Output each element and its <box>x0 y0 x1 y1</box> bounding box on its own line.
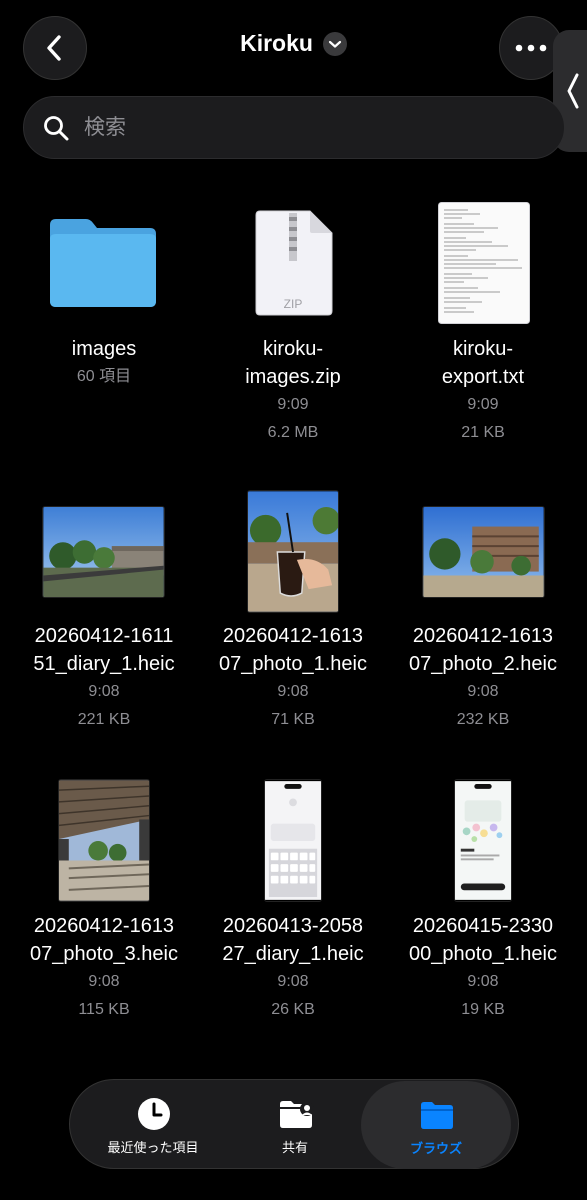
file-size: 21 KB <box>461 424 505 441</box>
tab-shared[interactable]: 共有 <box>220 1080 370 1168</box>
file-item[interactable]: 20260412-1613 07_photo_1.heic 9:08 71 KB <box>195 485 391 745</box>
file-item[interactable]: 20260413-2058 27_diary_1.heic 9:08 26 KB <box>195 775 391 1035</box>
file-name: images.zip <box>245 366 341 388</box>
chevron-left-icon <box>567 73 579 109</box>
chevron-down-icon <box>322 31 347 56</box>
file-item[interactable]: ZIP kiroku- images.zip 9:09 6.2 MB <box>195 195 391 465</box>
file-name: images <box>71 338 137 360</box>
file-name: 20260415-2330 <box>412 915 554 937</box>
file-meta: 60 項目 <box>76 368 132 385</box>
photo-thumbnail <box>42 506 165 598</box>
file-item[interactable]: kiroku- export.txt 9:09 21 KB <box>385 195 581 465</box>
file-name: 07_photo_1.heic <box>219 653 367 675</box>
file-name: 20260412-1613 <box>222 625 364 647</box>
file-time: 9:08 <box>467 973 499 990</box>
tab-label: 共有 <box>281 1140 308 1155</box>
file-name: kiroku- <box>262 338 323 360</box>
file-time: 9:08 <box>88 683 120 700</box>
clock-icon <box>138 1098 170 1130</box>
header: Kiroku <box>0 0 587 152</box>
search-input[interactable] <box>84 115 504 140</box>
file-name: 51_diary_1.heic <box>33 653 175 675</box>
page-title: Kiroku <box>240 30 313 56</box>
file-name: 20260413-2058 <box>222 915 364 937</box>
text-document-thumbnail <box>438 202 530 324</box>
file-item[interactable]: 20260415-2330 00_photo_1.heic 9:08 19 KB <box>385 775 581 1035</box>
file-size: 221 KB <box>77 711 131 728</box>
file-time: 9:08 <box>277 683 309 700</box>
file-size: 19 KB <box>461 1001 505 1018</box>
tab-browse[interactable]: ブラウズ <box>361 1081 511 1169</box>
file-size: 26 KB <box>271 1001 315 1018</box>
file-name: 20260412-1611 <box>34 625 174 647</box>
tab-label: 最近使った項目 <box>107 1140 199 1155</box>
tab-label: ブラウズ <box>409 1141 462 1156</box>
photo-thumbnail <box>422 506 545 598</box>
file-time: 9:08 <box>467 683 499 700</box>
screenshot-thumbnail <box>454 779 512 902</box>
ellipsis-icon <box>515 44 547 52</box>
file-item[interactable]: images 60 項目 <box>6 195 202 465</box>
file-name: 07_photo_3.heic <box>30 943 178 965</box>
tab-recents[interactable]: 最近使った項目 <box>78 1080 228 1168</box>
file-size: 232 KB <box>456 711 510 728</box>
shared-folder-icon <box>280 1101 314 1128</box>
file-name: 20260412-1613 <box>33 915 175 937</box>
screenshot-thumbnail <box>264 779 322 902</box>
file-item[interactable]: 20260412-1613 07_photo_3.heic 9:08 115 K… <box>6 775 202 1035</box>
file-time: 9:09 <box>467 396 499 413</box>
file-name: 07_photo_2.heic <box>409 653 557 675</box>
photo-thumbnail <box>247 490 339 613</box>
file-name: kiroku- <box>452 338 513 360</box>
search-bar[interactable] <box>23 96 565 159</box>
zip-badge: ZIP <box>283 297 303 311</box>
file-name: export.txt <box>441 366 525 388</box>
file-name: 00_photo_1.heic <box>409 943 557 965</box>
photo-thumbnail <box>58 779 150 902</box>
file-item[interactable]: 20260412-1611 51_diary_1.heic 9:08 221 K… <box>6 485 202 745</box>
file-time: 9:08 <box>88 973 120 990</box>
file-size: 6.2 MB <box>267 424 319 441</box>
file-time: 9:09 <box>277 396 309 413</box>
tab-bar: 最近使った項目 共有 ブラウズ <box>69 1079 519 1169</box>
file-size: 115 KB <box>78 1001 130 1018</box>
file-name: 27_diary_1.heic <box>222 943 364 965</box>
file-time: 9:08 <box>277 973 309 990</box>
search-icon <box>44 115 69 140</box>
file-name: 20260412-1613 <box>412 625 554 647</box>
folder-icon <box>50 219 156 307</box>
file-item[interactable]: 20260412-1613 07_photo_2.heic 9:08 232 K… <box>385 485 581 745</box>
folder-icon <box>421 1102 453 1129</box>
file-size: 71 KB <box>271 711 315 728</box>
